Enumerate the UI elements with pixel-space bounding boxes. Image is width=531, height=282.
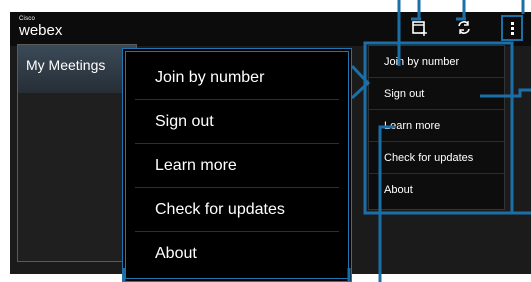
menu-item-sign-out[interactable]: Sign out — [369, 78, 504, 110]
action-bar: Cisco webex — [10, 12, 531, 46]
overflow-menu-button[interactable] — [501, 15, 523, 41]
sync-icon[interactable] — [456, 19, 472, 36]
menu-item-check-for-updates[interactable]: Check for updates — [369, 142, 504, 174]
menu-item-about[interactable]: About — [369, 174, 504, 206]
overflow-menu: Join by number Sign out Learn more Check… — [368, 45, 505, 210]
screenshot-stage: Cisco webex My Meetings Join by number S… — [0, 0, 531, 282]
logo-main-text: webex — [19, 22, 63, 39]
callout-item-sign-out: Sign out — [135, 100, 339, 144]
calendar-add-icon[interactable] — [411, 19, 427, 36]
menu-item-learn-more[interactable]: Learn more — [369, 110, 504, 142]
menu-item-join-by-number[interactable]: Join by number — [369, 46, 504, 78]
enlarged-menu-callout: Join by number Sign out Learn more Check… — [122, 48, 352, 282]
callout-item-join-by-number: Join by number — [135, 56, 339, 100]
callout-item-about: About — [155, 245, 197, 262]
overflow-menu-icon — [510, 20, 514, 37]
callout-item-learn-more: Learn more — [135, 144, 339, 188]
callout-item-check-for-updates: Check for updates — [135, 188, 339, 232]
meetings-panel: My Meetings — [17, 44, 137, 262]
tab-my-meetings[interactable]: My Meetings — [18, 45, 136, 93]
webex-logo: Cisco webex — [19, 16, 62, 38]
